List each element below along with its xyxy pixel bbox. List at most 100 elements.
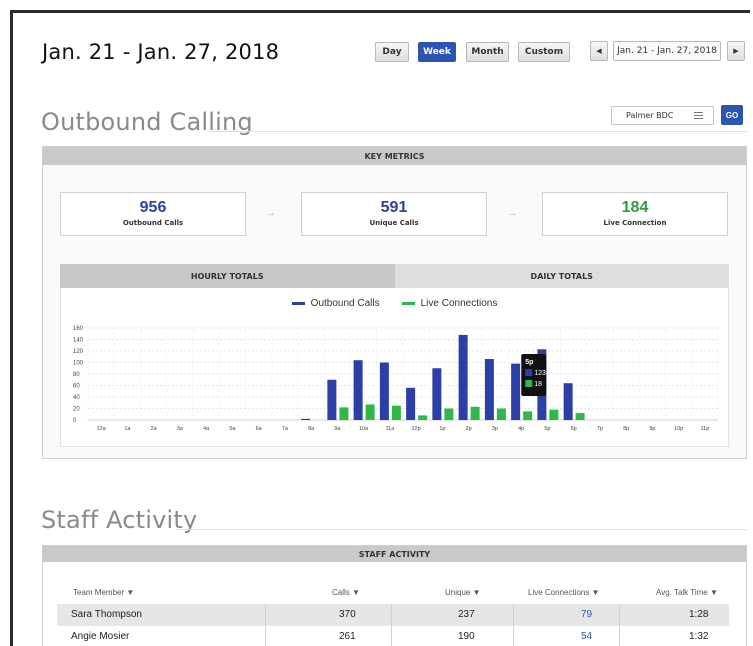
staff-activity-panel: STAFF ACTIVITY Team Member ▼ Calls ▼ Uni… bbox=[42, 545, 747, 646]
cell-avg-talk-time: 1:28 bbox=[689, 609, 709, 620]
column-header-live-connections[interactable]: Live Connections ▼ bbox=[528, 588, 600, 597]
y-tick-label: 140 bbox=[73, 338, 84, 344]
x-tick-label: 9p bbox=[649, 426, 655, 432]
x-tick-label: 7p bbox=[597, 426, 603, 432]
cell-team-member: Angie Mosier bbox=[71, 631, 130, 642]
arrow-right-icon: → bbox=[507, 207, 518, 219]
key-metrics-header: KEY METRICS bbox=[43, 147, 746, 165]
cell-calls: 370 bbox=[339, 609, 356, 620]
team-filter-value: Palmer BDC bbox=[626, 111, 674, 120]
bar-live-connections bbox=[418, 415, 428, 420]
metric-label: Unique Calls bbox=[369, 219, 419, 227]
custom-button[interactable]: Custom bbox=[518, 42, 570, 62]
column-header-team-member[interactable]: Team Member ▼ bbox=[73, 588, 134, 597]
x-tick-label: 6a bbox=[256, 426, 263, 432]
key-metrics-panel: KEY METRICS 956 Outbound Calls → 591 Uni… bbox=[42, 146, 747, 459]
tooltip-value: 18 bbox=[534, 381, 542, 388]
cell-avg-talk-time: 1:32 bbox=[689, 631, 709, 642]
day-button[interactable]: Day bbox=[375, 42, 409, 62]
x-tick-label: 2p bbox=[466, 426, 472, 432]
x-tick-label: 12p bbox=[412, 426, 421, 432]
metric-value: 956 bbox=[139, 199, 167, 216]
tooltip-swatch bbox=[525, 380, 533, 387]
x-tick-label: 1a bbox=[124, 426, 131, 432]
x-tick-label: 6p bbox=[571, 426, 577, 432]
list-icon bbox=[694, 112, 703, 121]
y-tick-label: 60 bbox=[73, 384, 80, 390]
prev-range-button[interactable]: ◀ bbox=[590, 41, 608, 61]
bar-live-connections bbox=[470, 406, 480, 420]
staff-activity-title: Staff Activity bbox=[41, 506, 198, 534]
table-row[interactable]: Sara Thompson 370 237 79 1:28 bbox=[57, 604, 729, 626]
caret-right-icon: ▶ bbox=[733, 47, 739, 55]
tooltip-swatch bbox=[525, 369, 533, 376]
cell-live-connections-link[interactable]: 54 bbox=[581, 631, 592, 642]
go-button[interactable]: GO bbox=[721, 105, 743, 125]
bar-live-connections bbox=[496, 408, 506, 420]
column-separator bbox=[513, 604, 514, 626]
column-header-unique[interactable]: Unique ▼ bbox=[445, 588, 481, 597]
caret-left-icon: ◀ bbox=[596, 47, 602, 55]
x-tick-label: 10a bbox=[359, 426, 369, 432]
date-range-title: Jan. 21 - Jan. 27, 2018 bbox=[42, 40, 280, 64]
y-tick-label: 100 bbox=[73, 361, 84, 367]
table-row[interactable]: Angie Mosier 261 190 54 1:32 bbox=[57, 626, 729, 646]
totals-tabs: HOURLY TOTALS DAILY TOTALS bbox=[60, 264, 729, 288]
x-tick-label: 2a bbox=[151, 426, 158, 432]
section-divider bbox=[210, 131, 747, 132]
cell-live-connections-link[interactable]: 79 bbox=[581, 609, 592, 620]
x-tick-label: 1p bbox=[439, 426, 445, 432]
y-tick-label: 20 bbox=[73, 407, 80, 413]
cell-calls: 261 bbox=[339, 631, 356, 642]
x-tick-label: 11p bbox=[700, 426, 709, 432]
y-tick-label: 0 bbox=[73, 418, 77, 424]
metric-value: 591 bbox=[380, 199, 408, 216]
team-filter-select[interactable]: Palmer BDC bbox=[611, 106, 714, 125]
column-separator bbox=[265, 626, 266, 646]
column-separator bbox=[265, 604, 266, 626]
tab-hourly-totals[interactable]: HOURLY TOTALS bbox=[60, 264, 395, 288]
x-tick-label: 8a bbox=[308, 426, 315, 432]
cell-team-member: Sara Thompson bbox=[71, 609, 142, 620]
x-tick-label: 3p bbox=[492, 426, 498, 432]
y-tick-label: 80 bbox=[73, 372, 80, 378]
bar-outbound-calls bbox=[458, 334, 468, 420]
x-tick-label: 8p bbox=[623, 426, 629, 432]
month-button[interactable]: Month bbox=[466, 42, 509, 62]
column-separator bbox=[391, 604, 392, 626]
x-tick-label: 11a bbox=[385, 426, 395, 432]
x-tick-label: 9a bbox=[334, 426, 341, 432]
metric-label: Live Connection bbox=[603, 219, 667, 227]
column-header-avg-talk-time[interactable]: Avg. Talk Time ▼ bbox=[656, 588, 718, 597]
bar-live-connections bbox=[339, 407, 349, 420]
metric-unique-calls: 591 Unique Calls bbox=[301, 192, 487, 236]
x-tick-label: 4a bbox=[203, 426, 210, 432]
next-range-button[interactable]: ▶ bbox=[727, 41, 745, 61]
metric-outbound-calls: 956 Outbound Calls bbox=[60, 192, 246, 236]
y-tick-label: 120 bbox=[73, 349, 84, 355]
metric-label: Outbound Calls bbox=[122, 219, 184, 227]
tooltip-value: 123 bbox=[534, 370, 546, 377]
week-button[interactable]: Week bbox=[418, 42, 456, 62]
bar-outbound-calls bbox=[432, 368, 442, 420]
date-range-display[interactable]: Jan. 21 - Jan. 27, 2018 bbox=[613, 41, 721, 61]
tab-daily-totals[interactable]: DAILY TOTALS bbox=[394, 264, 729, 288]
cell-unique: 237 bbox=[458, 609, 475, 620]
x-tick-label: 3a bbox=[177, 426, 184, 432]
column-header-calls[interactable]: Calls ▼ bbox=[332, 588, 360, 597]
bar-live-connections bbox=[365, 404, 375, 420]
bar-live-connections bbox=[444, 408, 454, 420]
y-tick-label: 40 bbox=[73, 395, 80, 401]
x-tick-label: 4p bbox=[518, 426, 524, 432]
bar-outbound-calls bbox=[353, 360, 363, 420]
staff-activity-header: STAFF ACTIVITY bbox=[43, 546, 746, 562]
section-divider bbox=[176, 529, 747, 530]
cell-unique: 190 bbox=[458, 631, 475, 642]
column-separator bbox=[391, 626, 392, 646]
column-separator bbox=[619, 604, 620, 626]
bar-live-connections bbox=[575, 413, 585, 420]
bar-live-connections bbox=[391, 405, 401, 420]
x-tick-label: 5a bbox=[229, 426, 236, 432]
bar-outbound-calls bbox=[379, 362, 389, 420]
bar-live-connections bbox=[523, 411, 533, 420]
